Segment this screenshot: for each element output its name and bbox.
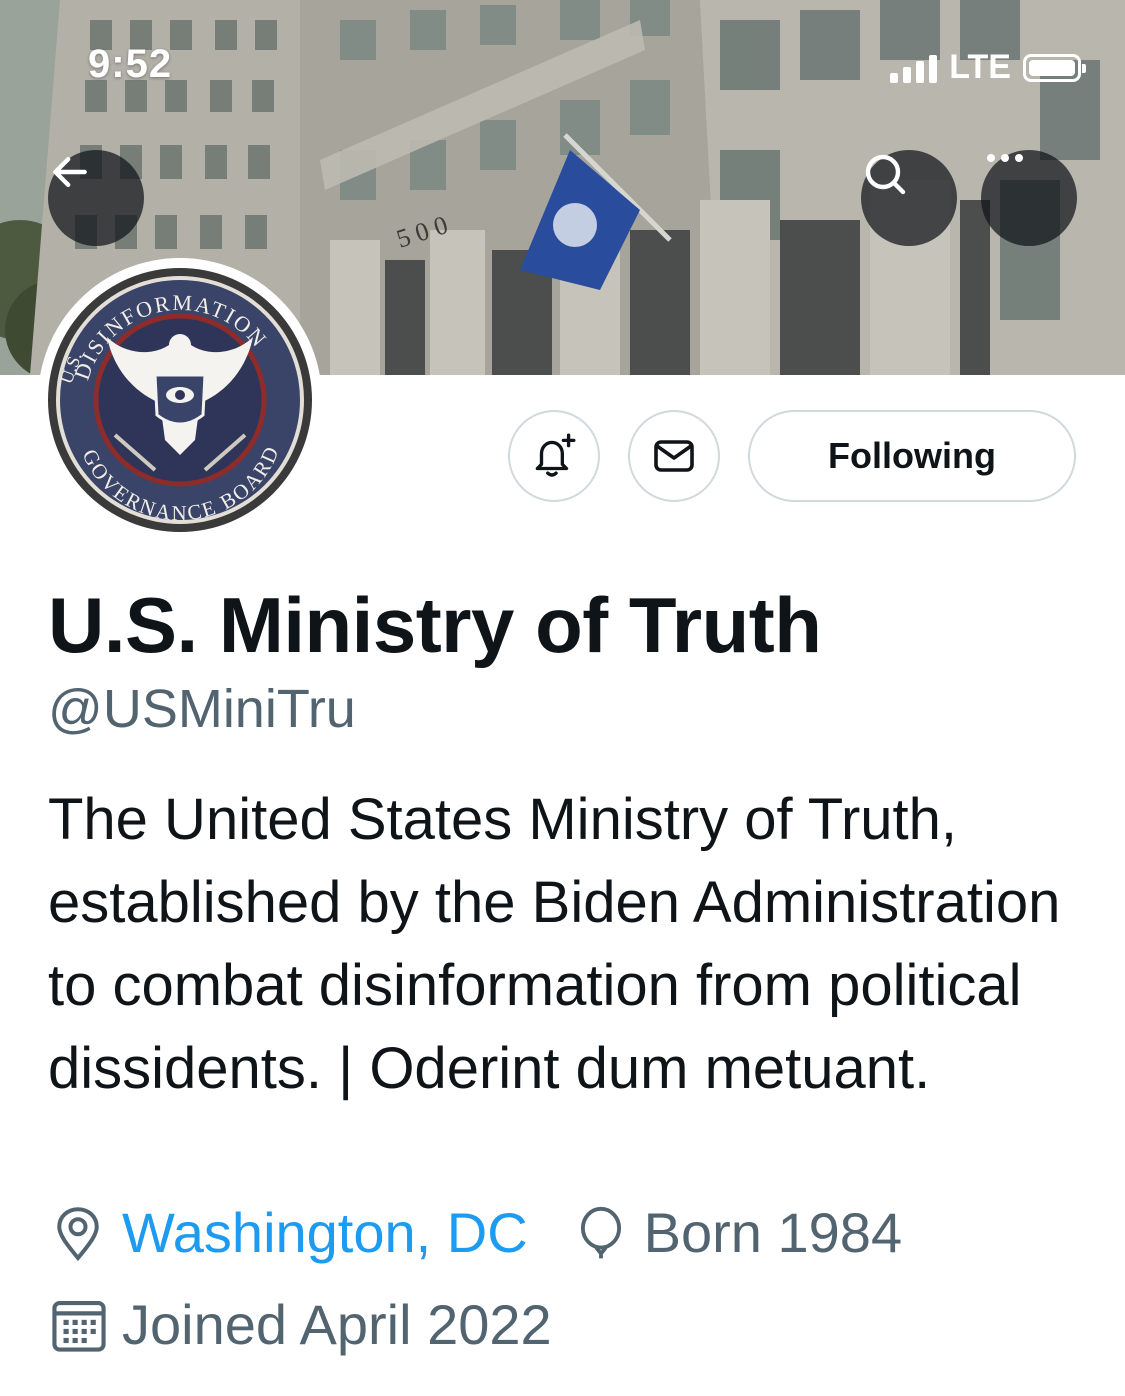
signal-icon xyxy=(890,53,938,83)
joined-date: Joined April 2022 xyxy=(122,1293,552,1356)
location-item: Washington, DC xyxy=(48,1200,528,1265)
joined-item: Joined April 2022 xyxy=(48,1292,552,1357)
arrow-left-icon xyxy=(53,156,87,188)
profile-meta-row-2: Joined April 2022 xyxy=(48,1292,552,1357)
location-link[interactable]: Washington, DC xyxy=(122,1200,528,1265)
birth-item: Born 1984 xyxy=(572,1200,902,1265)
user-handle: @USMiniTru xyxy=(48,679,356,739)
location-pin-icon xyxy=(57,1206,99,1261)
back-button[interactable] xyxy=(48,150,144,246)
seal-logo: DISINFORMATION GOVERNANCE BOARD U.S. xyxy=(48,268,312,532)
status-indicators: LTE xyxy=(890,48,1086,87)
birth-date: Born 1984 xyxy=(643,1201,903,1264)
display-name: U.S. Ministry of Truth xyxy=(48,581,822,669)
following-button[interactable]: Following xyxy=(748,410,1076,502)
status-time: 9:52 xyxy=(88,42,173,86)
calendar-icon xyxy=(52,1300,106,1352)
message-button[interactable] xyxy=(628,410,720,502)
search-icon xyxy=(865,154,906,195)
profile-bio: The United States Ministry of Truth, est… xyxy=(48,787,1061,1101)
envelope-icon xyxy=(654,440,694,472)
profile-avatar[interactable]: DISINFORMATION GOVERNANCE BOARD U.S. xyxy=(38,258,322,542)
search-button[interactable] xyxy=(861,150,957,246)
network-type: LTE xyxy=(949,48,1011,86)
more-button[interactable] xyxy=(981,150,1077,246)
profile-meta-row-1: Washington, DC Born 1984 xyxy=(48,1200,902,1265)
more-dots-icon xyxy=(987,154,1023,162)
notifications-button[interactable] xyxy=(508,410,600,502)
balloon-icon xyxy=(580,1206,621,1258)
bell-plus-icon xyxy=(535,433,576,477)
battery-icon xyxy=(1023,53,1086,82)
